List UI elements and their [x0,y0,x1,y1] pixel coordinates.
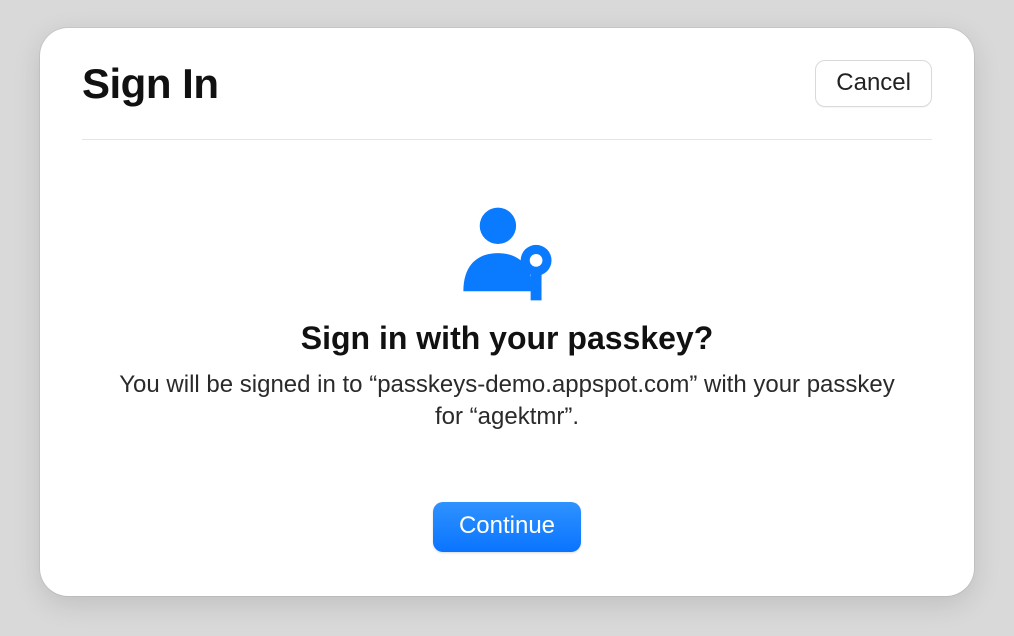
prompt-title: Sign in with your passkey? [301,320,714,357]
prompt-subtitle: You will be signed in to “passkeys-demo.… [117,369,897,434]
cancel-button[interactable]: Cancel [815,60,932,107]
sign-in-dialog: Sign In Cancel Sign in with your passkey… [40,28,974,596]
dialog-title: Sign In [82,60,219,108]
passkey-icon [452,202,562,306]
dialog-header: Sign In Cancel [82,28,932,140]
dialog-body: Sign in with your passkey? You will be s… [82,140,932,552]
continue-button[interactable]: Continue [433,502,581,552]
